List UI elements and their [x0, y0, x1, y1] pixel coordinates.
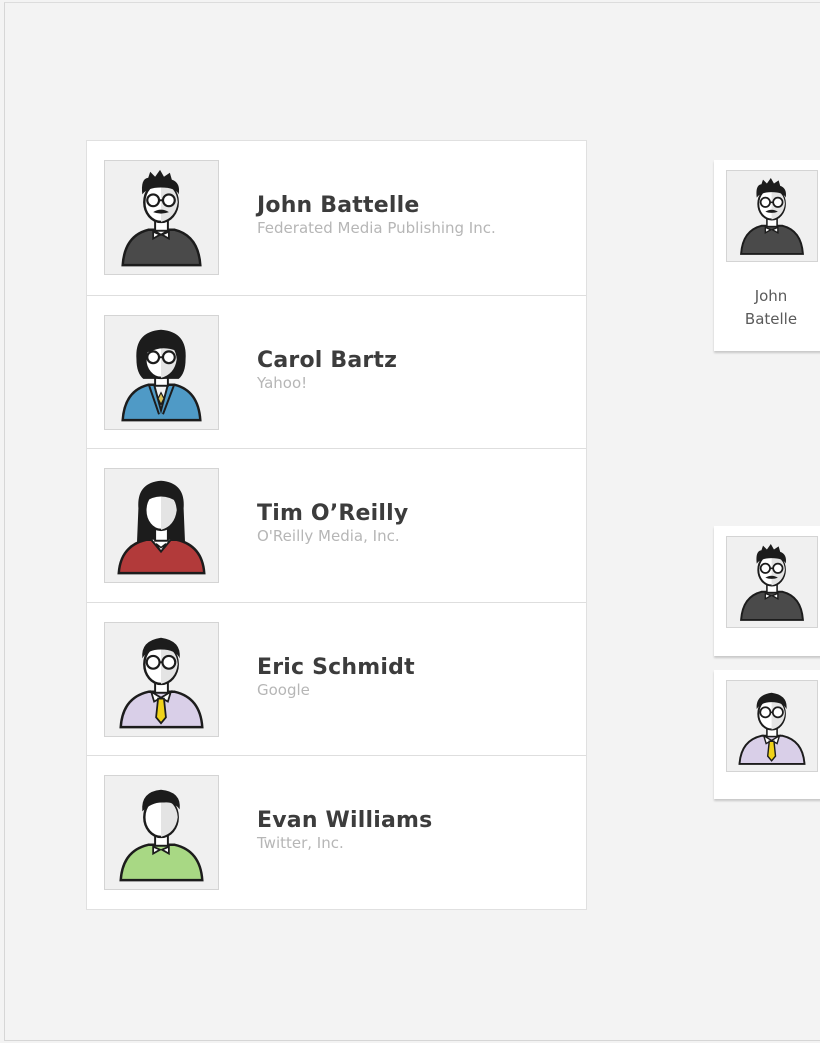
- side-card[interactable]: [714, 526, 820, 656]
- list-item[interactable]: Evan Williams Twitter, Inc.: [87, 755, 586, 909]
- card-label-line: John: [754, 287, 788, 305]
- woman-jacket-icon: [121, 329, 202, 421]
- person-company: Federated Media Publishing Inc.: [257, 219, 496, 237]
- avatar: [726, 680, 818, 772]
- man-bowtie-mustache-icon: [121, 169, 202, 267]
- person-name: Evan Williams: [257, 808, 433, 834]
- avatar: [726, 170, 818, 262]
- list-item[interactable]: Eric Schmidt Google: [87, 601, 586, 756]
- avatar: [104, 314, 219, 430]
- person-name: John Battelle: [257, 193, 420, 218]
- avatar: [726, 536, 818, 628]
- side-card[interactable]: [714, 670, 820, 799]
- card-label-line: Batelle: [744, 310, 798, 328]
- people-list: John Battelle Federated Media Publishing…: [86, 140, 587, 910]
- avatar: [104, 160, 219, 275]
- man-bowtie-icon: [119, 790, 204, 882]
- person-company: Yahoo!: [257, 373, 308, 392]
- list-item[interactable]: John Battelle Federated Media Publishing…: [87, 141, 586, 295]
- side-card[interactable]: John Batelle: [714, 160, 820, 351]
- person-company: O'Reilly Media, Inc.: [257, 527, 400, 546]
- list-item[interactable]: Tim O’Reilly O'Reilly Media, Inc.: [87, 448, 586, 602]
- person-name: Eric Schmidt: [257, 654, 415, 680]
- woman-sweater-icon: [117, 480, 206, 575]
- person-name: Tim O’Reilly: [257, 501, 409, 527]
- avatar: [104, 621, 219, 737]
- man-bowtie-mustache-icon: [740, 178, 804, 255]
- person-name: Carol Bartz: [257, 347, 398, 373]
- man-tie-icon: [738, 692, 806, 765]
- person-company: Twitter, Inc.: [257, 834, 344, 853]
- card-label: John Batelle: [728, 285, 814, 331]
- list-item[interactable]: Carol Bartz Yahoo!: [87, 294, 586, 449]
- avatar: [104, 775, 219, 891]
- avatar: [104, 468, 219, 584]
- man-tie-icon: [119, 637, 204, 729]
- person-company: Google: [257, 680, 310, 699]
- man-bowtie-mustache-icon: [740, 544, 804, 621]
